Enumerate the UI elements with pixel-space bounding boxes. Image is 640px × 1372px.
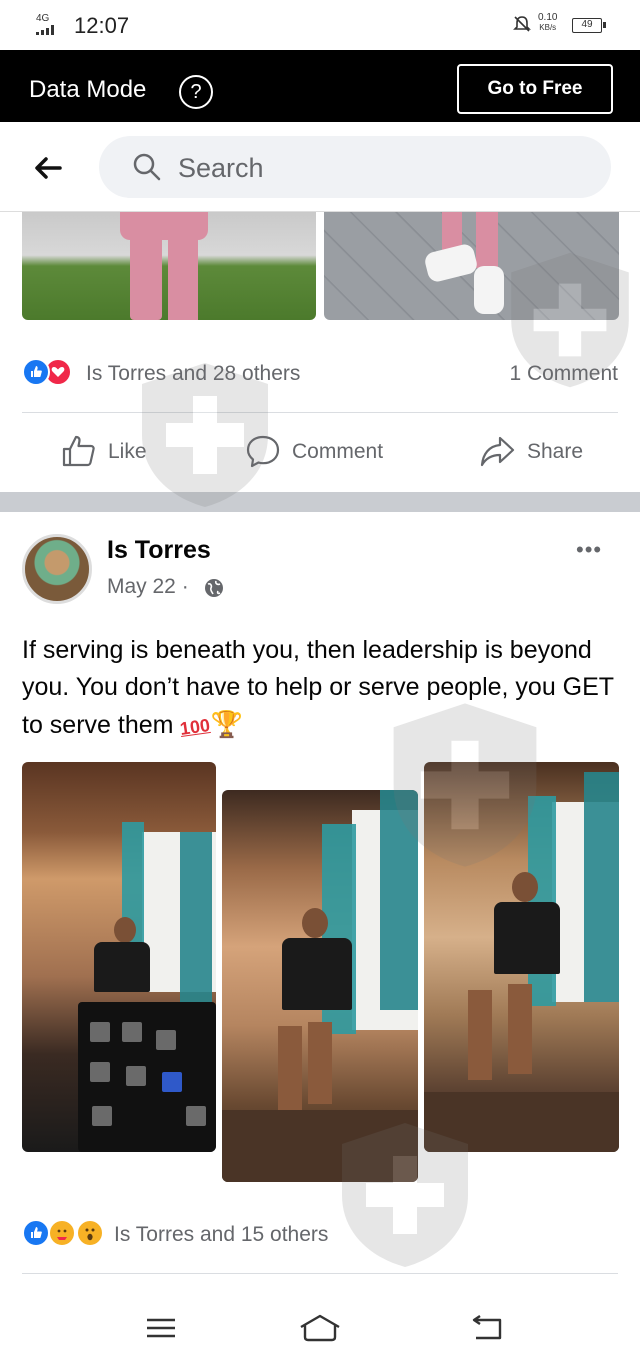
post-separator bbox=[0, 492, 640, 512]
post-photo-3[interactable] bbox=[424, 762, 619, 1152]
battery-icon: 49 bbox=[572, 18, 606, 33]
post-date[interactable]: May 22 · bbox=[107, 575, 189, 599]
post-text: If serving is beneath you, then leadersh… bbox=[22, 632, 622, 746]
care-reaction-icon bbox=[48, 1219, 76, 1247]
share-button[interactable]: Share bbox=[478, 432, 598, 472]
clock: 12:07 bbox=[74, 13, 130, 38]
back-arrow-icon[interactable] bbox=[30, 150, 66, 186]
like-reaction-icon bbox=[22, 358, 50, 386]
post-photo-1[interactable] bbox=[22, 762, 216, 1152]
comment-button[interactable]: Comment bbox=[244, 432, 404, 472]
like-label: Like bbox=[108, 440, 147, 463]
home-icon[interactable] bbox=[298, 1312, 342, 1344]
data-mode-bar: Data Mode ? Go to Free bbox=[0, 50, 640, 122]
speed-unit: KB/s bbox=[539, 23, 557, 32]
signal-icon bbox=[36, 25, 54, 35]
comment-label: Comment bbox=[292, 440, 384, 463]
status-bar: 4G 12:07 0.10 KB/s 49 bbox=[0, 0, 640, 50]
search-header: Search bbox=[0, 122, 640, 212]
battery-level: 49 bbox=[581, 19, 593, 30]
network-type: 4G bbox=[36, 13, 50, 24]
bench bbox=[424, 1092, 619, 1152]
go-to-free-button[interactable]: Go to Free bbox=[457, 64, 613, 114]
reactions-divider bbox=[22, 412, 618, 413]
thumbs-up-icon bbox=[62, 435, 95, 467]
bench bbox=[222, 1110, 418, 1182]
trophy-emoji: 🏆 bbox=[210, 709, 243, 739]
help-icon[interactable]: ? bbox=[179, 75, 213, 109]
hundred-points-emoji: 100 bbox=[179, 715, 212, 739]
search-input[interactable]: Search bbox=[99, 136, 611, 198]
search-icon bbox=[133, 153, 161, 181]
network-speed: 0.10 KB/s bbox=[538, 13, 557, 33]
like-reaction-icon bbox=[22, 1219, 50, 1247]
prev-post-photo-right[interactable] bbox=[324, 212, 619, 320]
menu-icon[interactable] bbox=[145, 1312, 177, 1344]
globe-icon bbox=[205, 579, 223, 597]
post-body-text: If serving is beneath you, then leadersh… bbox=[22, 636, 614, 739]
share-arrow-icon bbox=[480, 436, 515, 467]
data-mode-title: Data Mode bbox=[29, 76, 147, 103]
like-button[interactable]: Like bbox=[60, 432, 170, 472]
back-icon[interactable] bbox=[470, 1312, 506, 1344]
bell-muted-icon bbox=[513, 16, 531, 32]
comment-bubble-icon bbox=[246, 435, 280, 468]
post-photo-2[interactable] bbox=[222, 790, 418, 1182]
post-reaction-text: Is Torres and 15 others bbox=[114, 1223, 329, 1246]
search-placeholder: Search bbox=[178, 153, 264, 183]
post-author[interactable]: Is Torres bbox=[107, 536, 211, 565]
prev-post-photo-left[interactable] bbox=[22, 212, 316, 320]
share-label: Share bbox=[527, 440, 584, 463]
speed-value: 0.10 bbox=[538, 12, 558, 23]
system-nav-bar bbox=[0, 1290, 640, 1372]
prev-post-comment-count[interactable]: 1 Comment bbox=[509, 362, 618, 386]
post-reactions-divider bbox=[22, 1273, 618, 1274]
author-avatar[interactable] bbox=[22, 534, 92, 604]
prev-post-reaction-text: Is Torres and 28 others bbox=[86, 362, 301, 385]
wow-reaction-icon bbox=[76, 1219, 104, 1247]
more-options-icon[interactable]: ••• bbox=[576, 537, 602, 563]
